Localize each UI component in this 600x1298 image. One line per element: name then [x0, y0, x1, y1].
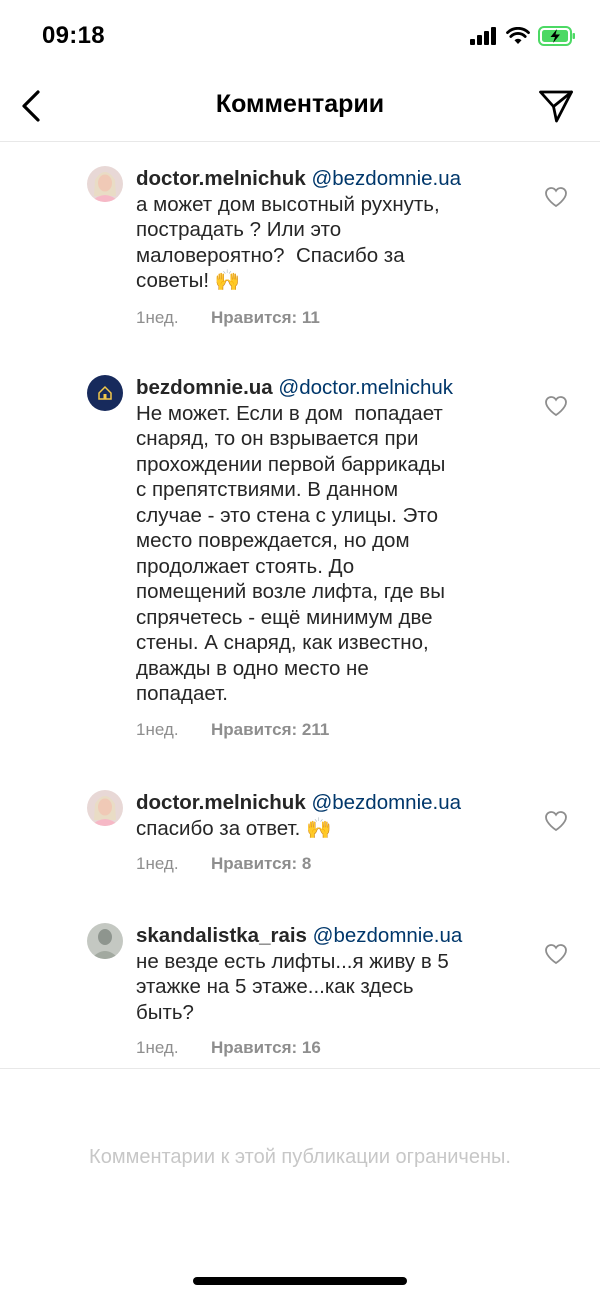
status-icons: [470, 26, 576, 46]
paper-plane-icon: [539, 90, 573, 123]
comment-meta: 1нед. Нравится: 211: [136, 720, 329, 740]
signal-icon: [470, 27, 496, 45]
comment-text: спасибо за ответ. 🙌: [136, 816, 332, 840]
comment-meta: 1нед. Нравится: 16: [136, 1038, 321, 1058]
comment-mention[interactable]: @bezdomnie.ua: [311, 791, 461, 814]
header: Комментарии: [0, 70, 600, 142]
comment-text-block: skandalistka_rais @bezdomnie.ua не везде…: [136, 923, 516, 1025]
comments-restricted-notice: Комментарии к этой публикации ограничены…: [89, 1146, 511, 1168]
heart-icon[interactable]: [544, 943, 568, 965]
comment-text-block: doctor.melnichuk @bezdomnie.ua спасибо з…: [136, 790, 516, 841]
comment-likes[interactable]: Нравится: 211: [211, 720, 329, 739]
comment-meta: 1нед. Нравится: 8: [136, 854, 311, 874]
comment-username[interactable]: skandalistka_rais: [136, 924, 307, 947]
comment-text-block: doctor.melnichuk @bezdomnie.ua а может д…: [136, 166, 516, 294]
comment-mention[interactable]: @bezdomnie.ua: [311, 167, 461, 190]
wifi-icon: [506, 27, 530, 44]
comment-username[interactable]: doctor.melnichuk: [136, 791, 306, 814]
comment-username[interactable]: doctor.melnichuk: [136, 167, 306, 190]
comment-text: не везде есть лифты...я живу в 5 этажке …: [136, 949, 449, 1024]
comment-time: 1нед.: [136, 720, 179, 739]
page-title: Комментарии: [215, 90, 385, 118]
heart-icon[interactable]: [544, 186, 568, 208]
comment-mention[interactable]: @bezdomnie.ua: [313, 924, 463, 947]
comment-time: 1нед.: [136, 308, 179, 327]
battery-charging-icon: [538, 26, 575, 46]
comment-likes[interactable]: Нравится: 16: [211, 1038, 321, 1057]
home-indicator[interactable]: [193, 1277, 407, 1285]
status-bar: 09:18: [0, 0, 600, 70]
divider: [0, 1068, 600, 1069]
comment-mention[interactable]: @doctor.melnichuk: [278, 376, 453, 399]
comment-meta: 1нед. Нравится: 11: [136, 308, 320, 328]
status-time: 09:18: [42, 22, 105, 49]
comment-time: 1нед.: [136, 1038, 179, 1057]
comment-text: Не может. Если в дом попадает снаряд, то…: [136, 401, 446, 706]
share-button[interactable]: [536, 86, 576, 126]
woman-portrait-avatar[interactable]: [87, 790, 123, 826]
comment-time: 1нед.: [136, 854, 179, 873]
heart-icon[interactable]: [544, 810, 568, 832]
comments-list: doctor.melnichuk @bezdomnie.ua а может д…: [0, 142, 600, 1068]
comment-username[interactable]: bezdomnie.ua: [136, 376, 273, 399]
comment-text-block: bezdomnie.ua @doctor.melnichuk Не может.…: [136, 375, 516, 707]
bezdomnie-logo-avatar[interactable]: [87, 375, 123, 411]
comment-likes[interactable]: Нравится: 8: [211, 854, 311, 873]
comment-text: а может дом высотный рухнуть, пострадать…: [136, 192, 440, 293]
woman-portrait-avatar[interactable]: [87, 166, 123, 202]
person-photo-avatar[interactable]: [87, 923, 123, 959]
heart-icon[interactable]: [544, 395, 568, 417]
comment-likes[interactable]: Нравится: 11: [211, 308, 320, 327]
